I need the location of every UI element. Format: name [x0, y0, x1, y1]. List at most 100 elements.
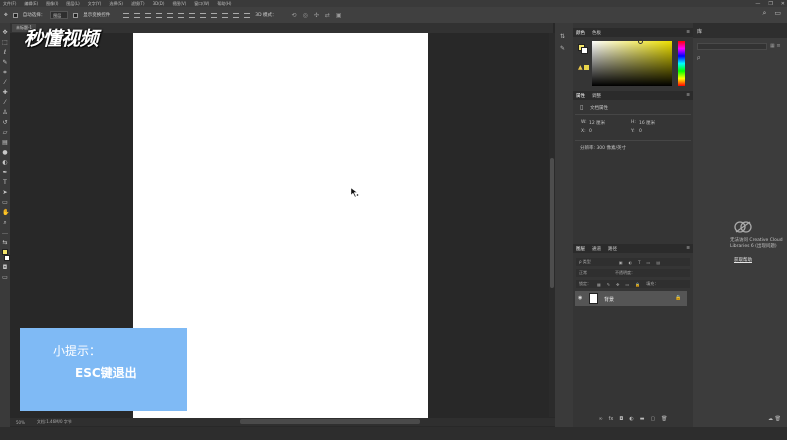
fx-icon[interactable]: fx [609, 416, 614, 422]
menu-select[interactable]: 选择(S) [109, 1, 123, 7]
menu-file[interactable]: 文件(F) [3, 1, 16, 7]
healing-icon[interactable]: ✚ [2, 89, 8, 96]
dodge-icon[interactable]: ◐ [2, 159, 8, 166]
auto-select-checkbox[interactable] [12, 12, 18, 18]
lasso-icon[interactable]: ℓ [2, 49, 8, 56]
color-panel-background-swatch[interactable] [581, 47, 588, 54]
layer-filter-dropdown[interactable]: ρ 类型 [579, 259, 591, 265]
type-icon[interactable]: T [2, 179, 8, 186]
menu-type[interactable]: 文字(Y) [88, 1, 102, 7]
minimize-button[interactable]: — [755, 1, 760, 7]
align-bottom-icon[interactable] [145, 12, 152, 18]
library-footer-icons[interactable]: ☁ 🗑 [768, 416, 781, 422]
panel-menu-icon[interactable]: ≡ [686, 246, 690, 251]
vertical-scroll-thumb[interactable] [550, 158, 554, 288]
width-value[interactable]: 12 厘米 [589, 120, 605, 126]
align-vcenter-icon[interactable] [134, 12, 141, 18]
hue-slider[interactable] [678, 41, 685, 86]
close-button[interactable]: ✕ [781, 1, 785, 7]
menu-edit[interactable]: 编辑(E) [24, 1, 38, 7]
tab-libraries[interactable]: 库 [697, 28, 702, 35]
get-help-link[interactable]: 获取帮助 [734, 257, 752, 263]
panel-menu-icon[interactable]: ≡ [686, 93, 690, 98]
horizontal-scroll-thumb[interactable] [240, 419, 420, 424]
3d-slide-icon[interactable]: ⇄ [325, 12, 330, 19]
history-brush-icon[interactable]: ↺ [2, 119, 8, 126]
shape-icon[interactable]: ▭ [2, 199, 8, 206]
mask-icon[interactable]: ◘ [619, 416, 623, 422]
adjustment-icon[interactable]: ◐ [629, 416, 633, 422]
trash-icon[interactable]: 🗑 [661, 416, 667, 422]
menu-layer[interactable]: 图层(L) [66, 1, 79, 7]
menu-filter[interactable]: 滤镜(T) [131, 1, 145, 7]
lock-artboard-icon[interactable]: ▭ [626, 282, 630, 287]
zoom-level[interactable]: 50% [16, 420, 25, 425]
screen-mode-icon[interactable]: ▭ [2, 274, 8, 281]
eraser-icon[interactable]: ▱ [2, 129, 8, 136]
tab-paths[interactable]: 路径 [608, 246, 617, 252]
layer-thumbnail[interactable] [589, 293, 598, 304]
x-value[interactable]: 0 [589, 129, 592, 134]
3d-pan-icon[interactable]: ✣ [314, 12, 319, 19]
align-hcenter-icon[interactable] [167, 12, 174, 18]
align-top-icon[interactable] [123, 12, 130, 18]
filter-adjust-icon[interactable]: ◐ [629, 260, 633, 265]
move-icon[interactable]: ✥ [2, 29, 8, 36]
gamut-warning-icon[interactable]: ▲ [578, 64, 583, 71]
more-tools-icon[interactable]: … [2, 229, 8, 236]
distribute-bottom-icon[interactable] [211, 12, 218, 18]
menu-3d[interactable]: 3D(D) [153, 1, 165, 6]
eyedropper-icon[interactable]: ⁄ [2, 79, 8, 86]
filter-type-icon[interactable]: T [638, 260, 640, 265]
background-color-swatch[interactable] [3, 255, 10, 261]
3d-roll-icon[interactable]: ◎ [303, 12, 308, 19]
lock-all-icon[interactable]: 🔒 [635, 282, 640, 287]
gamut-warning-swatch[interactable] [584, 65, 589, 70]
tab-properties[interactable]: 属性 [576, 93, 585, 99]
tab-adjustments[interactable]: 调整 [592, 93, 601, 99]
auto-select-dropdown[interactable]: 图层 [50, 11, 69, 19]
move-tool-icon[interactable]: ✥ [4, 13, 8, 18]
crop-icon[interactable]: ⌗ [2, 69, 8, 76]
maximize-button[interactable]: ❐ [768, 1, 772, 7]
distribute-vcenter-icon[interactable] [200, 12, 207, 18]
distribute-right-icon[interactable] [244, 12, 251, 18]
tab-layers[interactable]: 图层 [576, 246, 585, 252]
blur-icon[interactable]: ● [2, 149, 8, 156]
distribute-hcenter-icon[interactable] [233, 12, 240, 18]
folder-icon[interactable]: ▬ [640, 416, 645, 422]
align-right-icon[interactable] [178, 12, 185, 18]
filter-pixel-icon[interactable]: ▣ [619, 260, 623, 265]
visibility-eye-icon[interactable]: ◉ [578, 295, 582, 301]
quick-mask-icon[interactable]: ◘ [2, 264, 8, 271]
3d-scale-icon[interactable]: ▣ [336, 12, 342, 19]
show-transform-checkbox[interactable] [73, 12, 79, 18]
link-icon[interactable]: ∞ [598, 416, 602, 422]
zoom-icon[interactable]: ⌕ [2, 219, 8, 226]
menu-image[interactable]: 图像(I) [46, 1, 58, 7]
stamp-icon[interactable]: ♙ [2, 109, 8, 116]
layer-lock-icon[interactable]: 🔒 [675, 295, 681, 301]
distribute-left-icon[interactable] [222, 12, 229, 18]
library-search-icon[interactable]: ρ [697, 55, 783, 62]
align-left-icon[interactable] [156, 12, 163, 18]
filter-shape-icon[interactable]: ▭ [647, 260, 651, 265]
lock-paint-icon[interactable]: ✎ [607, 282, 610, 287]
library-dropdown[interactable] [697, 43, 767, 50]
y-value[interactable]: 0 [639, 129, 642, 134]
document-info[interactable]: 文档:1.46M/0 字节 [37, 419, 72, 425]
height-value[interactable]: 16 厘米 [639, 120, 655, 126]
panel-menu-icon[interactable]: ≡ [686, 30, 690, 35]
history-panel-icon[interactable]: ⇅ [560, 33, 565, 40]
layer-name[interactable]: 背景 [604, 296, 614, 303]
quick-select-icon[interactable]: ✎ [2, 59, 8, 66]
path-select-icon[interactable]: ➤ [2, 189, 8, 196]
marquee-icon[interactable]: ⬚ [2, 39, 8, 46]
tool-presets-icon[interactable]: ✎ [560, 45, 565, 52]
pen-icon[interactable]: ✒ [2, 169, 8, 176]
menu-help[interactable]: 帮助(H) [217, 1, 231, 7]
search-icon[interactable]: ⌕ [762, 9, 766, 18]
hand-icon[interactable]: ✋ [2, 209, 9, 216]
workspace-icon[interactable]: ▭ [774, 9, 781, 18]
tab-channels[interactable]: 通道 [592, 246, 601, 252]
